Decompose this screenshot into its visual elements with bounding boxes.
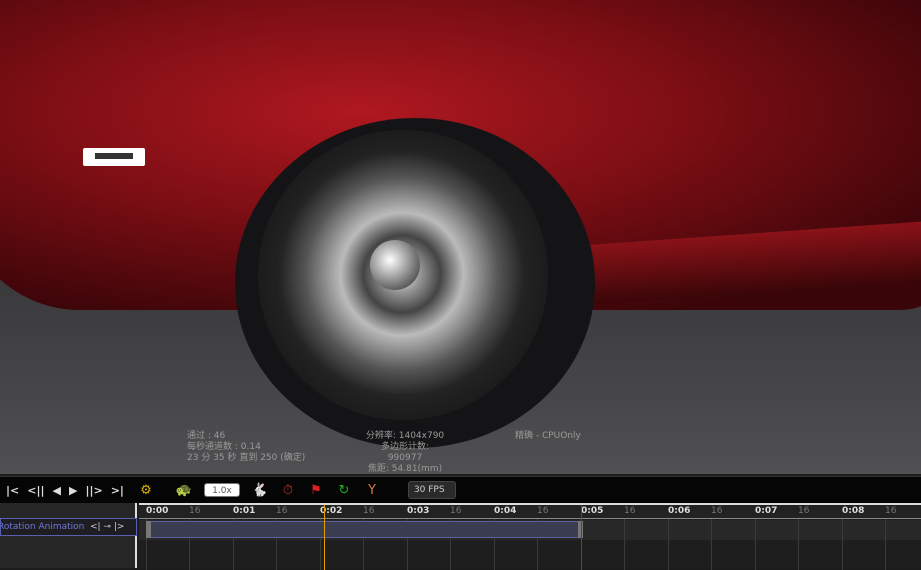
animation-clip[interactable] (146, 521, 581, 538)
time-label: 0:06 (668, 506, 691, 516)
grid-line (624, 519, 625, 570)
time-label: 0:05 (581, 506, 604, 516)
frame-label: 16 (711, 506, 723, 516)
grid-line (842, 519, 843, 570)
time-label: 0:04 (494, 506, 517, 516)
track-list: Rotation Animation <| ⊸ |> (0, 503, 137, 568)
animation-toolbar: |< <|| ◀ ▶ ||> >| ⚙ 🐢 1.0x 🐇 ⏱ ⚑ ↻ Y 30 … (0, 476, 921, 510)
end-marker[interactable] (581, 505, 582, 570)
wheel-hub (370, 240, 420, 290)
go-to-start-button[interactable]: |< (6, 484, 19, 497)
frame-label: 16 (537, 506, 549, 516)
time-ruler[interactable]: 0:00 16 0:01 16 0:02 16 0:03 16 0:04 16 0:05 16 0:06… (139, 505, 921, 519)
focal-length-text: 焦距: 54.81(mm) (367, 464, 443, 474)
loop-icon[interactable]: ↻ (336, 482, 352, 498)
frame-label: 16 (363, 506, 375, 516)
polygon-count-text: 多边形计数: 990977 (380, 442, 430, 463)
grid-line (711, 519, 712, 570)
time-label: 0:01 (233, 506, 256, 516)
settings-gear-icon[interactable]: ⚙ (138, 482, 154, 498)
time-label: 0:07 (755, 506, 778, 516)
time-label: 0:02 (320, 506, 343, 516)
frame-label: 16 (450, 506, 462, 516)
next-keyframe-button[interactable]: ||> (85, 484, 102, 497)
turtle-slow-icon[interactable]: 🐢 (176, 482, 192, 498)
grid-line (668, 519, 669, 570)
fps-value: 30 FPS (413, 485, 445, 495)
resolution-text: 分辨率: 1404x790 (365, 431, 445, 441)
render-viewport[interactable]: 通过 : 46 每秒通道数 : 0.14 23 分 35 秒 直到 250 (确… (0, 0, 921, 474)
passes-per-sec-text: 每秒通道数 : 0.14 (187, 442, 261, 452)
clip-start-handle[interactable] (146, 521, 151, 538)
timeline[interactable]: 0:00 16 0:01 16 0:02 16 0:03 16 0:04 16 0:05 16 0:06… (139, 503, 921, 570)
frame-label: 16 (624, 506, 636, 516)
frame-label: 16 (885, 506, 897, 516)
frame-label: 16 (189, 506, 201, 516)
stopwatch-icon[interactable]: ⏱ (280, 482, 296, 498)
grid-line (755, 519, 756, 570)
speed-input[interactable]: 1.0x (203, 483, 240, 497)
fps-dropdown[interactable]: 30 FPS ▼ (407, 481, 456, 510)
time-label: 0:03 (407, 506, 430, 516)
grid-line (885, 519, 886, 570)
side-marker-light (83, 148, 145, 166)
previous-keyframe-button[interactable]: <|| (27, 484, 44, 497)
keyframe-nav-icons[interactable]: <| ⊸ |> (88, 519, 125, 535)
track-rotation-animation[interactable]: Rotation Animation <| ⊸ |> (0, 518, 137, 536)
keyframe-flag-icon[interactable]: ⚑ (308, 482, 324, 498)
rabbit-fast-icon[interactable]: 🐇 (252, 482, 268, 498)
play-button[interactable]: ▶ (69, 484, 77, 497)
trim-icon[interactable]: Y (364, 482, 380, 498)
render-mode-text: 精确 - CPUOnly (515, 431, 581, 441)
time-label: 0:08 (842, 506, 865, 516)
time-label: 0:00 (146, 506, 169, 516)
playhead[interactable] (324, 505, 326, 570)
time-remaining-text: 23 分 35 秒 直到 250 (确定) (187, 453, 306, 463)
passes-text: 通过 : 46 (187, 431, 226, 441)
grid-line (798, 519, 799, 570)
play-reverse-button[interactable]: ◀ (53, 484, 61, 497)
go-to-end-button[interactable]: >| (111, 484, 124, 497)
frame-label: 16 (276, 506, 288, 516)
track-name: Rotation Animation (0, 522, 85, 532)
frame-label: 16 (798, 506, 810, 516)
